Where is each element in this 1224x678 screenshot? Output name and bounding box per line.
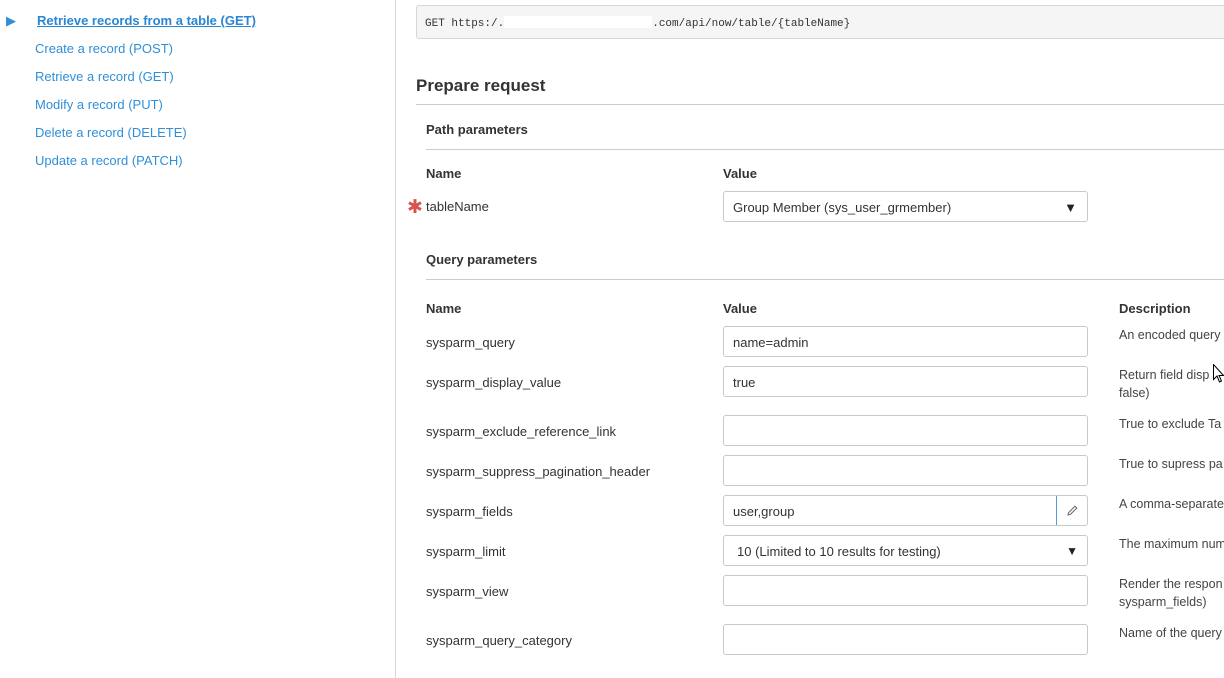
path-col-value: Value	[723, 166, 757, 181]
asterisk-icon: ✱	[407, 197, 423, 218]
tablename-select[interactable]: Group Member (sys_user_grmember) ▼	[723, 191, 1088, 222]
desc-line: sysparm_fields)	[1119, 595, 1207, 609]
mouse-pointer-icon	[1213, 364, 1224, 383]
sysparm-query-input[interactable]: name=admin	[723, 326, 1088, 357]
nav-update-record[interactable]: Update a record (PATCH)	[35, 153, 183, 168]
divider	[426, 279, 1224, 280]
nav-create-record[interactable]: Create a record (POST)	[35, 41, 173, 56]
desc-line: Return field disp	[1119, 368, 1210, 382]
sysparm-fields-desc: A comma-separate	[1119, 497, 1224, 511]
prepare-request-title: Prepare request	[416, 76, 546, 95]
play-triangle-icon: ▶	[6, 13, 16, 28]
sysparm-display-value-input[interactable]: true	[723, 366, 1088, 397]
pencil-icon	[1066, 505, 1078, 516]
triangle-down-icon: ▼	[1064, 200, 1077, 215]
nav-modify-record[interactable]: Modify a record (PUT)	[35, 97, 163, 112]
param-sysparm-display-value: sysparm_display_value	[426, 375, 562, 390]
query-col-value: Value	[723, 301, 757, 316]
main-panel: GET https:/. .com/api/now/table/{tableNam…	[396, 0, 1224, 678]
param-sysparm-suppress-pagination-header: sysparm_suppress_pagination_header	[426, 464, 651, 479]
param-sysparm-query-category: sysparm_query_category	[426, 633, 572, 648]
param-tablename: tableName	[426, 199, 489, 214]
sysparm-query-category-input[interactable]	[723, 624, 1088, 655]
triangle-down-icon: ▼	[1066, 544, 1078, 558]
desc-line: false)	[1119, 386, 1150, 400]
sysparm-limit-value: 10 (Limited to 10 results for testing)	[737, 544, 941, 559]
redacted-host	[504, 16, 653, 28]
sidebar: ▶ Retrieve records from a table (GET) Cr…	[0, 0, 396, 678]
endpoint-suffix: .com/api/now/table/{tableName}	[652, 18, 851, 30]
sysparm-query-category-desc: Name of the query	[1119, 626, 1222, 640]
path-params-title: Path parameters	[426, 122, 528, 137]
sysparm-view-input[interactable]	[723, 575, 1088, 606]
sysparm-query-desc: An encoded query	[1119, 328, 1221, 342]
endpoint-prefix: GET https:/.	[425, 18, 505, 30]
nav-delete-record[interactable]: Delete a record (DELETE)	[35, 125, 187, 140]
endpoint-url: GET https:/. .com/api/now/table/{tableNam…	[416, 5, 1224, 39]
param-sysparm-fields: sysparm_fields	[426, 504, 513, 519]
tablename-select-value: Group Member (sys_user_grmember)	[733, 200, 952, 215]
sysparm-display-value-desc: Return field disp false)	[1119, 366, 1209, 402]
sysparm-fields-input[interactable]: user,group	[723, 495, 1088, 526]
nav-retrieve-records[interactable]: Retrieve records from a table (GET)	[37, 13, 256, 28]
query-params-title: Query parameters	[426, 252, 538, 267]
desc-line: Render the respon	[1119, 577, 1223, 591]
sysparm-limit-select[interactable]: 10 (Limited to 10 results for testing) ▼	[723, 535, 1088, 566]
nav-retrieve-record[interactable]: Retrieve a record (GET)	[35, 69, 174, 84]
path-col-name: Name	[426, 166, 462, 181]
sysparm-suppress-pagination-header-input[interactable]	[723, 455, 1088, 486]
sysparm-exclude-reference-link-desc: True to exclude Ta	[1119, 417, 1222, 431]
sysparm-fields-value: user,group	[733, 504, 795, 519]
sysparm-suppress-pagination-header-desc: True to supress pa	[1119, 457, 1223, 471]
param-sysparm-exclude-reference-link: sysparm_exclude_reference_link	[426, 424, 617, 439]
divider	[416, 104, 1224, 105]
param-sysparm-query: sysparm_query	[426, 335, 515, 350]
divider	[426, 149, 1224, 150]
sysparm-exclude-reference-link-input[interactable]	[723, 415, 1088, 446]
query-col-description: Description	[1119, 301, 1191, 316]
sysparm-limit-desc: The maximum num	[1119, 537, 1224, 551]
sysparm-view-desc: Render the respon sysparm_fields)	[1119, 575, 1223, 611]
edit-fields-button[interactable]	[1056, 496, 1087, 525]
param-sysparm-limit: sysparm_limit	[426, 544, 506, 559]
param-sysparm-view: sysparm_view	[426, 584, 509, 599]
query-col-name: Name	[426, 301, 462, 316]
